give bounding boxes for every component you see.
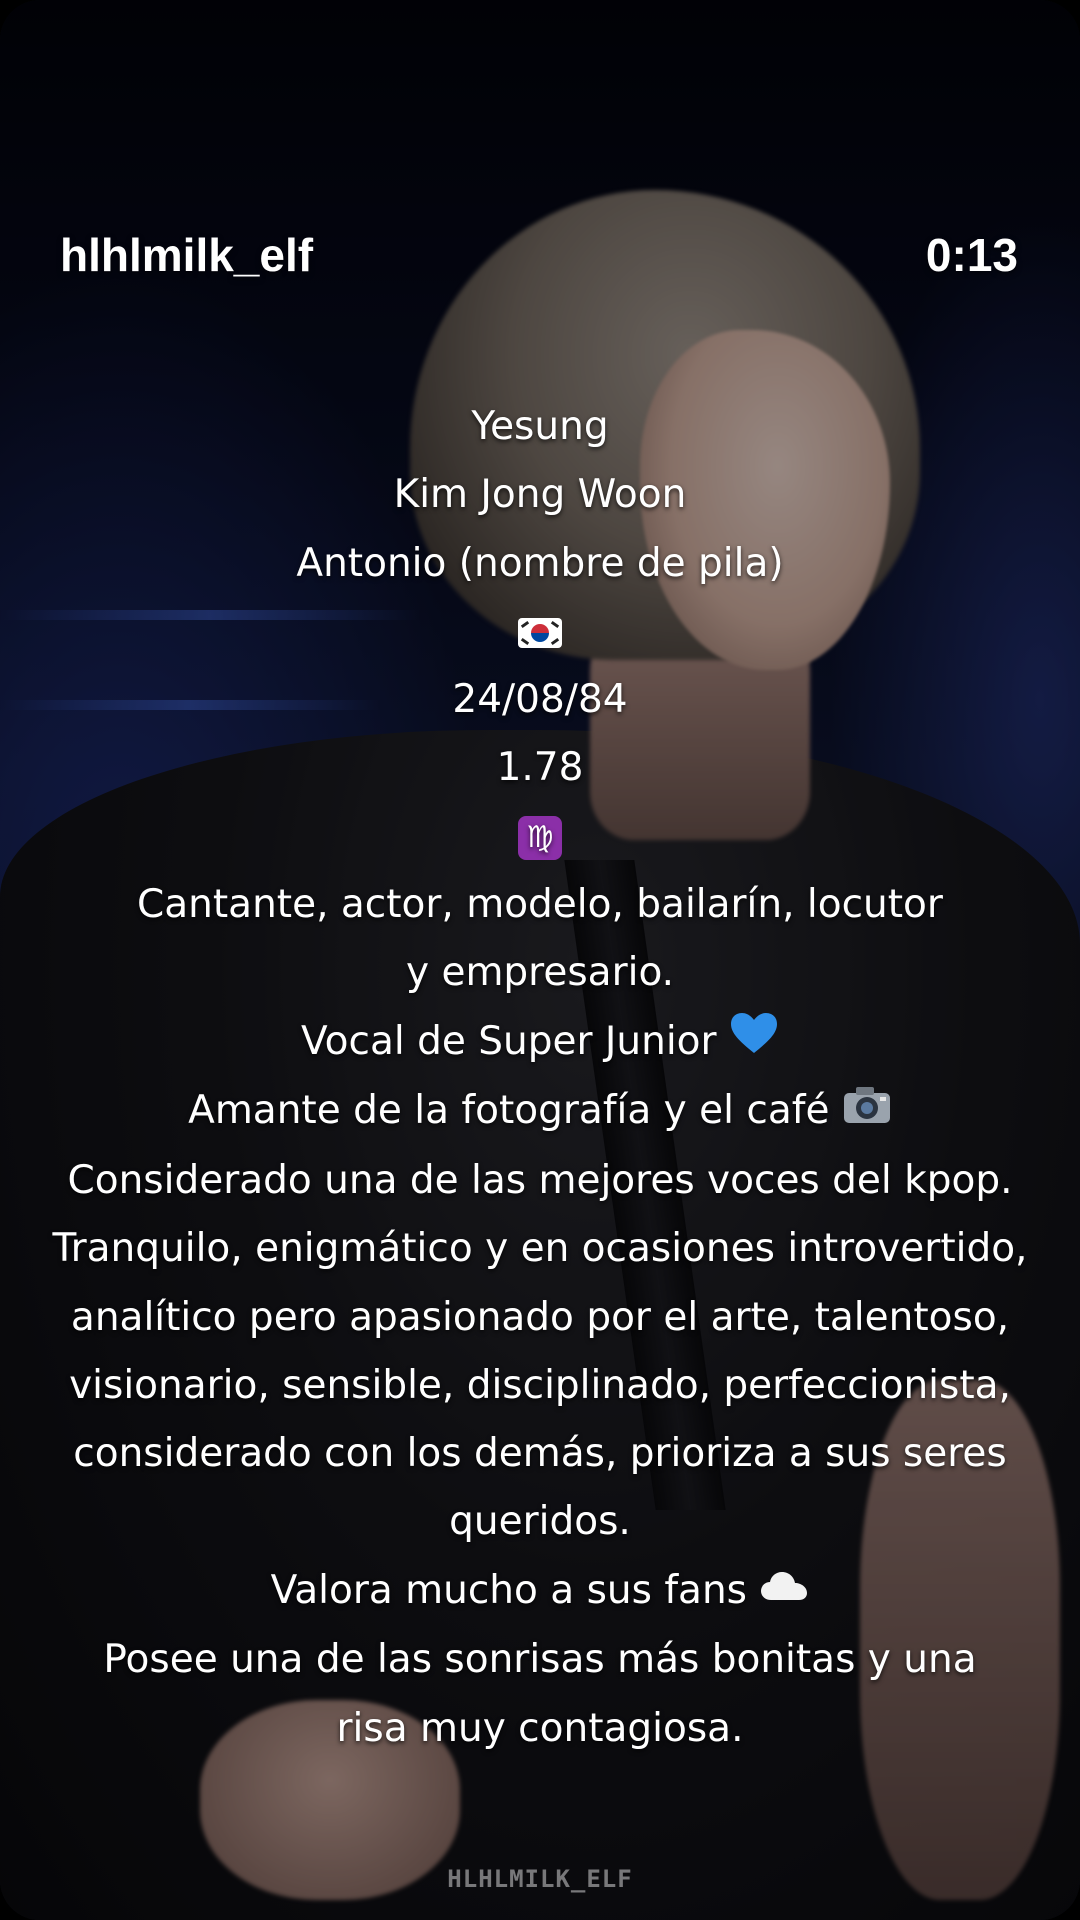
caption-hobbies: Amante de la fotografía y el café [188, 1088, 830, 1134]
caption-role: Vocal de Super Junior [301, 1018, 717, 1064]
username[interactable]: hlhlmilk_elf [60, 228, 313, 282]
blue-heart-icon [729, 1009, 779, 1077]
south-korea-flag-icon [518, 618, 562, 649]
caption-hobbies-line: Amante de la fotografía y el café [40, 1077, 1040, 1147]
caption-real-name: Kim Jong Woon [393, 472, 687, 518]
caption-occupation: Cantante, actor, modelo, bailarín, locut… [137, 882, 943, 996]
video-frame[interactable]: hlhlmilk_elf 0:13 Yesung Kim Jong Woon A… [0, 0, 1080, 1920]
caption-personality: Tranquilo, enigmático y en ocasiones int… [52, 1226, 1028, 1545]
playback-timer: 0:13 [925, 229, 1018, 281]
caption-name: Yesung [471, 404, 609, 449]
cloud-icon [759, 1558, 809, 1626]
virgo-icon: ♍ [518, 816, 562, 861]
caption-zodiac-line: ♍ [40, 803, 1040, 871]
caption-voice: Considerado una de las mejores voces del… [67, 1157, 1013, 1203]
caption-flag-line [40, 598, 1040, 666]
camera-icon [842, 1079, 892, 1147]
caption-role-line: Vocal de Super Junior [40, 1008, 1040, 1078]
watermark: HLHLMILK_ELF [447, 1865, 633, 1893]
caption-birthdate: 24/08/84 [452, 677, 628, 723]
caption-fans: Valora mucho a sus fans [270, 1567, 747, 1613]
caption-baptismal-name: Antonio (nombre de pila) [296, 540, 784, 586]
caption-text: Yesung Kim Jong Woon Antonio (nombre de … [40, 393, 1040, 1763]
caption-fans-line: Valora mucho a sus fans [40, 1557, 1040, 1627]
caption-height: 1.78 [496, 745, 584, 791]
caption-smile: Posee una de las sonrisas más bonitas y … [103, 1637, 977, 1751]
